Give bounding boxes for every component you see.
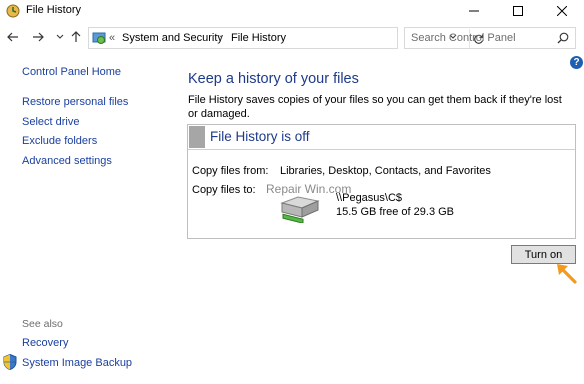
network-drive-icon xyxy=(280,196,320,223)
exclude-folders-link[interactable]: Exclude folders xyxy=(22,135,97,147)
minimize-button[interactable] xyxy=(452,0,496,22)
status-indicator-bar xyxy=(189,126,205,148)
chevron-down-icon xyxy=(56,34,64,39)
status-title: File History is off xyxy=(210,129,310,144)
title-bar: File History xyxy=(0,0,584,22)
search-input[interactable]: Search Control Panel xyxy=(404,27,576,49)
back-arrow-icon xyxy=(7,32,18,42)
maximize-icon xyxy=(513,6,523,16)
see-also-label: See also xyxy=(22,318,63,330)
recovery-link[interactable]: Recovery xyxy=(22,337,68,349)
page-heading: Keep a history of your files xyxy=(188,71,359,87)
copy-to-label: Copy files to: xyxy=(192,184,256,196)
drive-free-space: 15.5 GB free of 29.3 GB xyxy=(336,206,455,218)
advanced-settings-link[interactable]: Advanced settings xyxy=(22,155,112,167)
control-panel-icon xyxy=(92,32,106,44)
breadcrumb-separator: › xyxy=(219,32,223,44)
uac-shield-icon xyxy=(3,354,17,370)
status-header: File History is off xyxy=(188,125,575,150)
close-button[interactable] xyxy=(540,0,584,22)
close-icon xyxy=(557,6,567,16)
search-icon[interactable] xyxy=(557,32,569,44)
breadcrumb-overflow[interactable]: « xyxy=(109,32,115,44)
address-bar[interactable]: « System and Security › File History xyxy=(88,27,484,49)
back-button[interactable] xyxy=(4,28,22,46)
breadcrumb-file-history[interactable]: File History xyxy=(231,32,286,44)
page-description: File History saves copies of your files … xyxy=(188,94,562,120)
window-title: File History xyxy=(26,4,82,16)
orange-pointer-arrow-icon xyxy=(557,264,577,284)
select-drive-link[interactable]: Select drive xyxy=(22,116,79,128)
system-image-backup-link[interactable]: System Image Backup xyxy=(22,357,132,369)
navigation-bar: « System and Security › File History Sea… xyxy=(0,26,584,50)
help-icon[interactable]: ? xyxy=(570,56,583,69)
minimize-icon xyxy=(469,10,479,12)
drive-name: \\Pegasus\C$ xyxy=(336,192,403,204)
breadcrumb-system-and-security[interactable]: System and Security xyxy=(122,32,223,44)
file-history-status-panel: File History is off Copy files from: Lib… xyxy=(187,124,576,239)
forward-arrow-icon xyxy=(33,32,44,42)
restore-personal-files-link[interactable]: Restore personal files xyxy=(22,96,128,108)
control-panel-home-link[interactable]: Control Panel Home xyxy=(22,66,121,78)
up-arrow-icon xyxy=(71,31,81,42)
maximize-button[interactable] xyxy=(496,0,540,22)
up-button[interactable] xyxy=(67,28,85,46)
forward-button[interactable] xyxy=(29,28,47,46)
copy-from-label: Copy files from: xyxy=(192,165,269,177)
search-placeholder: Search Control Panel xyxy=(411,32,516,44)
copy-from-value: Libraries, Desktop, Contacts, and Favori… xyxy=(280,165,491,177)
file-history-app-icon xyxy=(6,4,20,18)
